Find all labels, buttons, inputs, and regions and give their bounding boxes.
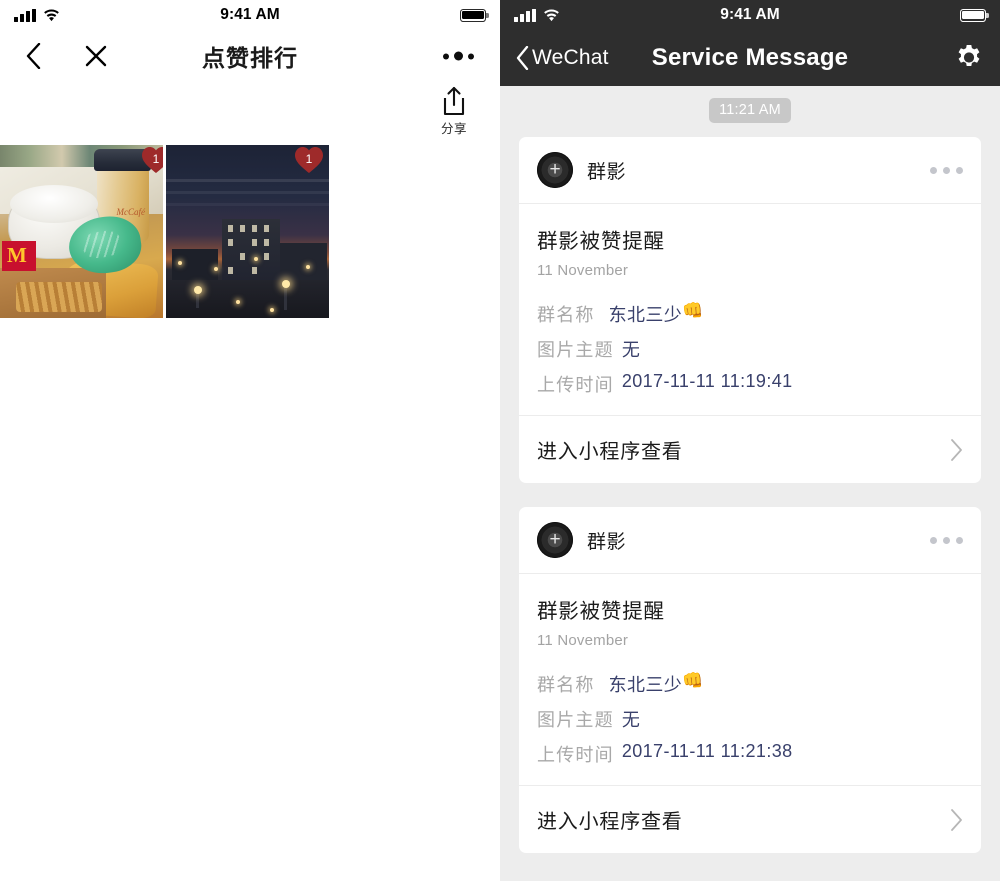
chat-timestamp-pill: 11:21 AM [709,98,791,123]
left-nav-bar: 点赞排行 [0,30,500,82]
share-label: 分享 [440,122,467,136]
message-date: 11 November [537,262,629,279]
detail-value: 2017-11-11 11:21:38 [621,741,793,761]
detail-label: 上传时间 [537,745,614,765]
detail-value: 2017-11-11 11:19:41 [621,371,793,391]
detail-label: 上传时间 [537,375,614,395]
back-label: WeChat [532,46,609,69]
like-count: 1 [305,151,313,166]
chevron-left-icon [516,46,529,70]
gear-icon [958,45,980,66]
detail-label: 群名称 [537,675,595,695]
right-status-bar: 9:41 AM [500,0,1000,30]
group-shadow-avatar-icon [537,151,573,188]
card-body: 群影被赞提醒 11 November 群名称 东北三少 👊 图片主题 无 上传时… [519,574,981,785]
detail-row: 上传时间 2017-11-11 11:19:41 [537,371,963,397]
settings-button[interactable] [954,43,984,73]
service-message-card[interactable]: 群影 群影被赞提醒 11 November 群名称 东北三少 👊 [519,507,981,853]
detail-value: 东北三少 [608,675,683,695]
card-menu-button[interactable] [930,166,963,174]
detail-label: 群名称 [537,305,595,325]
detail-row: 群名称 东北三少 👊 [537,301,963,327]
detail-row: 图片主题 无 [537,336,963,362]
detail-value: 无 [621,340,641,360]
detail-row: 群名称 东北三少 👊 [537,671,963,697]
account-name: 群影 [587,161,627,183]
footer-label: 进入小程序查看 [537,441,683,463]
battery-icon [960,8,989,22]
right-status-time: 9:41 AM [720,6,780,23]
card-header: 群影 [519,507,981,574]
photo-image: McCafé [0,145,163,318]
detail-value: 无 [621,710,641,730]
detail-value: 东北三少 [608,305,683,325]
battery-icon [460,8,489,22]
detail-row: 图片主题 无 [537,706,963,732]
message-date: 11 November [537,632,629,649]
group-shadow-avatar-icon [537,521,573,558]
chevron-left-icon [26,43,41,69]
right-battery-area [960,8,989,22]
open-mini-program-button[interactable]: 进入小程序查看 [519,785,981,853]
detail-label: 图片主题 [537,340,614,360]
dual-phone-screenshot: 9:41 AM 点赞排行 分享 McCafé M 1 1 9:41 AM WeC… [0,0,1000,881]
city-dusk-photo[interactable]: 1 [166,145,329,318]
fist-bump-emoji: 👊 [682,671,704,690]
left-phone-panel: 9:41 AM 点赞排行 分享 McCafé M 1 1 [0,0,500,881]
message-title: 群影被赞提醒 [537,600,665,623]
photo-grid: McCafé 1 [0,145,329,318]
card-body: 群影被赞提醒 11 November 群名称 东北三少 👊 图片主题 无 上传时… [519,204,981,415]
close-button[interactable] [74,34,118,78]
service-message-card[interactable]: 群影 群影被赞提醒 11 November 群名称 东北三少 👊 [519,137,981,483]
heart-badge-icon: 1 [141,146,163,174]
detail-label: 图片主题 [537,710,614,730]
card-menu-button[interactable] [930,536,963,544]
back-to-wechat-button[interactable]: WeChat [516,46,609,70]
more-options-button[interactable] [443,51,474,61]
share-button[interactable]: 分享 [426,86,482,137]
close-x-icon [85,45,107,67]
fist-bump-emoji: 👊 [682,301,704,320]
mcdonalds-meal-photo[interactable]: McCafé 1 [0,145,163,318]
left-battery-area [460,8,489,22]
detail-list: 群名称 东北三少 👊 图片主题 无 上传时间 2017-11-11 11:21:… [537,671,963,767]
timestamp-row: 11:21 AM [500,86,1000,137]
footer-label: 进入小程序查看 [537,811,683,833]
left-status-time: 9:41 AM [220,6,280,23]
heart-badge-icon: 1 [294,146,324,174]
like-count: 1 [152,151,160,166]
back-button[interactable] [12,34,56,78]
detail-list: 群名称 东北三少 👊 图片主题 无 上传时间 2017-11-11 11:19:… [537,301,963,397]
share-upload-icon [443,86,465,116]
left-status-bar: 9:41 AM [0,0,500,30]
card-header: 群影 [519,137,981,204]
right-phone-panel: 9:41 AM WeChat Service Message 11:21 AM … [500,0,1000,881]
chevron-right-icon [951,438,962,461]
account-name: 群影 [587,531,627,553]
open-mini-program-button[interactable]: 进入小程序查看 [519,415,981,483]
detail-row: 上传时间 2017-11-11 11:21:38 [537,741,963,767]
message-title: 群影被赞提醒 [537,230,665,253]
chat-message-list: 11:21 AM 群影 群影被赞提醒 11 November 群名称 [500,86,1000,881]
chevron-right-icon [951,808,962,831]
right-nav-bar: WeChat Service Message [500,30,1000,86]
